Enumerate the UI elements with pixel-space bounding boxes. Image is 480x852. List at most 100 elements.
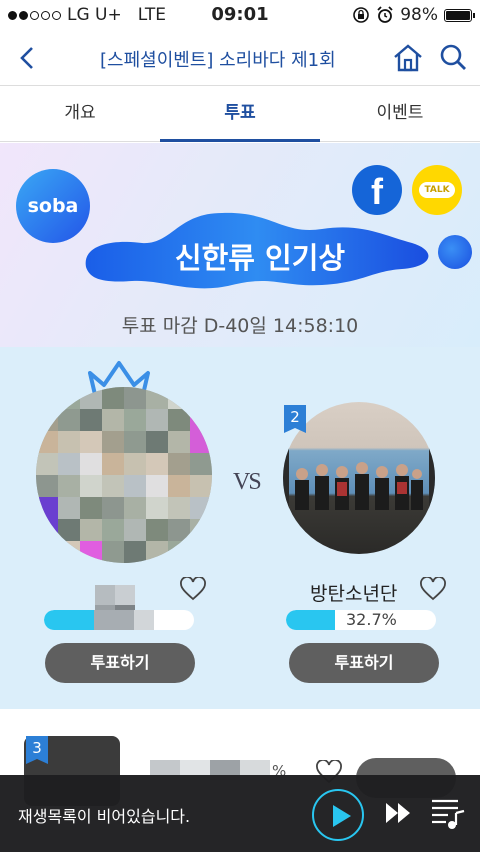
mosaic-cell bbox=[146, 519, 168, 541]
mosaic-cell bbox=[190, 519, 212, 541]
candidate-2-progress: 32.7% bbox=[286, 610, 436, 630]
mosaic-cell bbox=[124, 541, 146, 563]
search-icon[interactable] bbox=[438, 42, 468, 72]
vote-deadline: 투표 마감 D-40일 14:58:10 bbox=[121, 315, 359, 337]
soba-logo: soba bbox=[16, 169, 90, 243]
tab-overview[interactable]: 개요 bbox=[0, 86, 160, 141]
mosaic-cell bbox=[190, 431, 212, 453]
mosaic-cell bbox=[190, 541, 212, 563]
rank-badge-2: 2 bbox=[284, 405, 306, 433]
mosaic-cell bbox=[80, 475, 102, 497]
mosaic-cell bbox=[168, 453, 190, 475]
home-icon[interactable] bbox=[392, 42, 424, 74]
mosaic-cell bbox=[168, 387, 190, 409]
status-bar: LG U+ LTE 09:01 98% bbox=[0, 0, 480, 30]
back-icon[interactable] bbox=[14, 44, 42, 72]
mosaic-cell bbox=[36, 497, 58, 519]
mosaic-cell bbox=[102, 519, 124, 541]
vote-card: 1 VS 2 방탄소년단 32.7% 투표하기 투표하기 bbox=[0, 347, 480, 709]
mosaic-cell bbox=[146, 453, 168, 475]
mosaic-cell bbox=[190, 409, 212, 431]
alarm-icon bbox=[377, 6, 393, 23]
battery-icon bbox=[444, 8, 475, 22]
candidate-2-percent: 32.7% bbox=[346, 610, 397, 629]
mosaic-cell bbox=[80, 431, 102, 453]
mosaic-cell bbox=[124, 519, 146, 541]
mosaic-cell bbox=[58, 387, 80, 409]
music-player-bar: 재생목록이 비어있습니다. bbox=[0, 775, 480, 852]
mosaic-cell bbox=[168, 475, 190, 497]
vote-button-2[interactable]: 투표하기 bbox=[289, 643, 439, 683]
mosaic-cell bbox=[102, 475, 124, 497]
vote-button-1[interactable]: 투표하기 bbox=[45, 643, 195, 683]
decor-ball bbox=[438, 235, 472, 269]
mosaic-cell bbox=[80, 497, 102, 519]
tab-event[interactable]: 이벤트 bbox=[320, 86, 480, 141]
mosaic-cell bbox=[168, 519, 190, 541]
mosaic-cell bbox=[146, 497, 168, 519]
mosaic-cell bbox=[102, 431, 124, 453]
heart-icon[interactable] bbox=[180, 577, 206, 601]
mosaic-cell bbox=[58, 475, 80, 497]
next-track-icon[interactable] bbox=[384, 801, 414, 825]
rotation-lock-icon bbox=[353, 7, 370, 23]
progress-fill bbox=[286, 610, 336, 630]
award-title: 신한류 인기상 bbox=[174, 241, 346, 275]
mosaic-cell bbox=[190, 497, 212, 519]
vote-banner: soba f TALK 신한류 인기상 투표 마감 D-40일 14:58:10 bbox=[0, 143, 480, 347]
mosaic-cell bbox=[168, 541, 190, 563]
mosaic-cell bbox=[102, 387, 124, 409]
status-right: 98% bbox=[352, 5, 475, 25]
mosaic-cell bbox=[146, 409, 168, 431]
mosaic-cell bbox=[190, 387, 212, 409]
mosaic-cell bbox=[102, 409, 124, 431]
mosaic-cell bbox=[102, 541, 124, 563]
candidate-row-3[interactable]: 3 % bbox=[0, 712, 480, 806]
mosaic-cell bbox=[80, 519, 102, 541]
page-title: [스페셜이벤트] 소리바다 제1회 bbox=[100, 50, 336, 71]
mosaic-cell bbox=[80, 541, 102, 563]
candidate-1-progress bbox=[44, 610, 194, 630]
title-bar: [스페셜이벤트] 소리바다 제1회 bbox=[0, 30, 480, 86]
mosaic-cell bbox=[124, 409, 146, 431]
mosaic-cell bbox=[168, 497, 190, 519]
mosaic-cell bbox=[168, 431, 190, 453]
candidate-2-name: 방탄소년단 bbox=[310, 583, 398, 605]
mosaic-cell bbox=[36, 431, 58, 453]
mosaic-cell bbox=[80, 409, 102, 431]
mosaic-cell bbox=[146, 431, 168, 453]
mosaic-cell bbox=[102, 453, 124, 475]
mosaic-cell bbox=[58, 453, 80, 475]
candidate-1-photo[interactable] bbox=[36, 387, 212, 563]
heart-icon[interactable] bbox=[420, 577, 446, 601]
mosaic-cell bbox=[146, 387, 168, 409]
mosaic-cell bbox=[58, 431, 80, 453]
mosaic-cell bbox=[102, 497, 124, 519]
mosaic-cell bbox=[58, 541, 80, 563]
mosaic-cell bbox=[80, 387, 102, 409]
mosaic-cell bbox=[124, 431, 146, 453]
mosaic-cell bbox=[36, 409, 58, 431]
blurred-photo bbox=[36, 387, 212, 563]
player-message: 재생목록이 비어있습니다. bbox=[18, 807, 191, 826]
mosaic-cell bbox=[190, 475, 212, 497]
mosaic-cell bbox=[124, 497, 146, 519]
mosaic-cell bbox=[36, 387, 58, 409]
mosaic-cell bbox=[36, 519, 58, 541]
mosaic-cell bbox=[58, 497, 80, 519]
playlist-icon[interactable] bbox=[430, 797, 466, 831]
tab-vote[interactable]: 투표 bbox=[160, 86, 320, 142]
mosaic-cell bbox=[36, 453, 58, 475]
mosaic-cell bbox=[124, 387, 146, 409]
kakaotalk-label: TALK bbox=[419, 182, 455, 198]
mosaic-cell bbox=[124, 453, 146, 475]
tab-bar: 개요 투표 이벤트 bbox=[0, 86, 480, 142]
mosaic-cell bbox=[146, 541, 168, 563]
play-button[interactable] bbox=[312, 789, 364, 841]
vs-label: VS bbox=[233, 469, 262, 495]
mosaic-cell bbox=[36, 475, 58, 497]
mosaic-cell bbox=[168, 409, 190, 431]
mosaic-cell bbox=[36, 541, 58, 563]
battery-label: 98% bbox=[400, 5, 438, 25]
mosaic-cell bbox=[58, 519, 80, 541]
